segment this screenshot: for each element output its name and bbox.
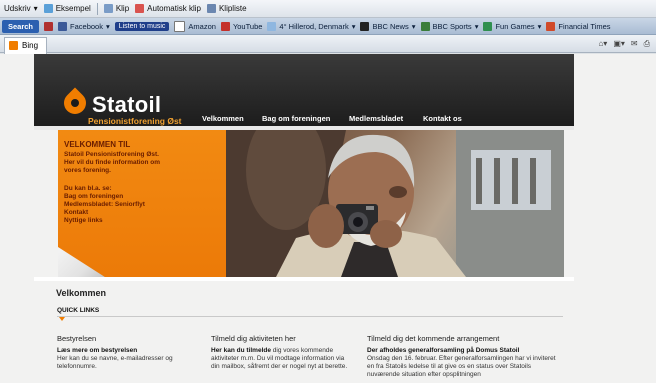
hero-find-label: Du kan bl.a. se: bbox=[64, 185, 112, 192]
quick-links-divider bbox=[57, 316, 563, 317]
page-title: Velkommen bbox=[56, 288, 107, 298]
column-bestyrelsen-header: Bestyrelsen bbox=[57, 334, 97, 343]
auto-clip-icon bbox=[135, 4, 145, 13]
clip-button[interactable]: Klip bbox=[103, 4, 129, 13]
ft-icon bbox=[546, 21, 556, 31]
quick-links-heading: QUICK LINKS bbox=[57, 307, 100, 314]
youtube-link[interactable]: YouTube bbox=[220, 21, 262, 31]
games-icon bbox=[483, 21, 493, 31]
browser-command-bar: Udskriv ▾ Eksempel Klip Automatisk klip … bbox=[0, 0, 656, 18]
hero-line-2: Her vil du finde information om bbox=[64, 159, 161, 166]
man-with-camera-photo bbox=[226, 130, 564, 277]
hero-bottom-bar bbox=[34, 277, 574, 281]
tab-bar: Bing ⌂▾ ▣▾ ✉ ⎙ bbox=[0, 35, 656, 54]
hero-link-nyttige[interactable]: Nyttige links bbox=[64, 217, 103, 225]
nav-velkommen[interactable]: Velkommen bbox=[202, 114, 244, 123]
listen-to-music-button[interactable]: Listen to music bbox=[114, 21, 170, 31]
clip-list-button[interactable]: Klipliste bbox=[206, 4, 247, 13]
column-aktivitet-body: Her kan du tilmelde dig vores kommende a… bbox=[211, 347, 351, 371]
mail-icon[interactable]: ✉ bbox=[631, 39, 638, 49]
nav-kontakt-os[interactable]: Kontakt os bbox=[423, 114, 462, 123]
nav-bag-om-foreningen[interactable]: Bag om foreningen bbox=[262, 114, 330, 123]
bbc-sports-link[interactable]: BBC Sports ▾ bbox=[420, 21, 478, 31]
preview-button[interactable]: Eksempel bbox=[43, 4, 91, 13]
amazon-link[interactable]: Amazon bbox=[174, 20, 216, 32]
hero-link-bag[interactable]: Bag om foreningen bbox=[64, 193, 123, 201]
auto-clip-button[interactable]: Automatisk klip bbox=[135, 4, 201, 13]
hero-welcome-panel: VELKOMMEN TIL Statoil Pensionistforening… bbox=[58, 130, 226, 277]
hero-line-3: vores forening. bbox=[64, 167, 111, 174]
clip-icon bbox=[103, 4, 113, 13]
aktivitet-link[interactable]: Her kan du tilmelde bbox=[211, 347, 271, 354]
print-icon[interactable]: ⎙ bbox=[644, 39, 650, 49]
hero-link-kontakt[interactable]: Kontakt bbox=[64, 209, 88, 217]
hero-title: VELKOMMEN TIL bbox=[64, 140, 131, 149]
column-aktivitet-header: Tilmeld dig aktiviteten her bbox=[211, 334, 296, 343]
bbc-news-link[interactable]: BBC News ▾ bbox=[360, 21, 416, 31]
site-logo-subtitle: Pensionistforening Øst bbox=[88, 116, 182, 126]
statoil-drop-inner bbox=[71, 99, 79, 107]
column-arrangement-body: Der afholdes generalforsamling på Domus … bbox=[367, 347, 563, 379]
bestyrelsen-link[interactable]: Læs mere om bestyrelsen bbox=[57, 347, 137, 354]
arrangement-link[interactable]: Der afholdes generalforsamling på Domus … bbox=[367, 347, 519, 354]
addon-icon[interactable] bbox=[44, 21, 54, 31]
clip-list-icon bbox=[206, 4, 216, 13]
bbc-news-icon bbox=[360, 21, 370, 31]
nav-medlemsbladet[interactable]: Medlemsbladet bbox=[349, 114, 403, 123]
column-arrangement-header: Tilmeld dig det kommende arrangement bbox=[367, 334, 500, 343]
bbc-sports-icon bbox=[420, 21, 430, 31]
financial-times-link[interactable]: Financial Times bbox=[546, 21, 611, 31]
youtube-icon bbox=[220, 21, 230, 31]
preview-icon bbox=[43, 4, 53, 13]
weather-link[interactable]: 4° Hillerod, Denmark ▾ bbox=[267, 21, 355, 31]
command-icons: ⌂▾ ▣▾ ✉ ⎙ bbox=[598, 39, 650, 49]
amazon-icon bbox=[174, 20, 186, 32]
arrangement-text: Onsdag den 16. februar. Efter generalfor… bbox=[367, 355, 556, 378]
hero-line-1: Statoil Pensionistforening Øst. bbox=[64, 151, 159, 158]
tab-bing[interactable]: Bing bbox=[4, 36, 48, 54]
search-button[interactable]: Search bbox=[2, 19, 40, 33]
fun-games-link[interactable]: Fun Games ▾ bbox=[483, 21, 541, 31]
weather-icon bbox=[267, 21, 277, 31]
facebook-icon bbox=[58, 21, 68, 31]
print-button[interactable]: Udskriv ▾ bbox=[4, 4, 38, 13]
feeds-icon[interactable]: ▣▾ bbox=[613, 39, 625, 49]
bestyrelsen-text: Her kan du se navne, e-mailadresser og t… bbox=[57, 355, 173, 370]
bing-icon bbox=[9, 41, 18, 50]
hero-photo bbox=[226, 130, 564, 277]
column-bestyrelsen-body: Læs mere om bestyrelsen Her kan du se na… bbox=[57, 347, 197, 371]
site-logo[interactable]: Statoil bbox=[92, 92, 161, 118]
home-icon[interactable]: ⌂▾ bbox=[598, 39, 607, 49]
quick-links-marker-icon bbox=[59, 317, 65, 321]
favorites-toolbar: Search Facebook ▾ Listen to music Amazon… bbox=[0, 18, 656, 35]
hero-link-medlemsbladet[interactable]: Medlemsbladet: Seniorflyt bbox=[64, 201, 145, 209]
facebook-link[interactable]: Facebook ▾ bbox=[58, 21, 110, 31]
